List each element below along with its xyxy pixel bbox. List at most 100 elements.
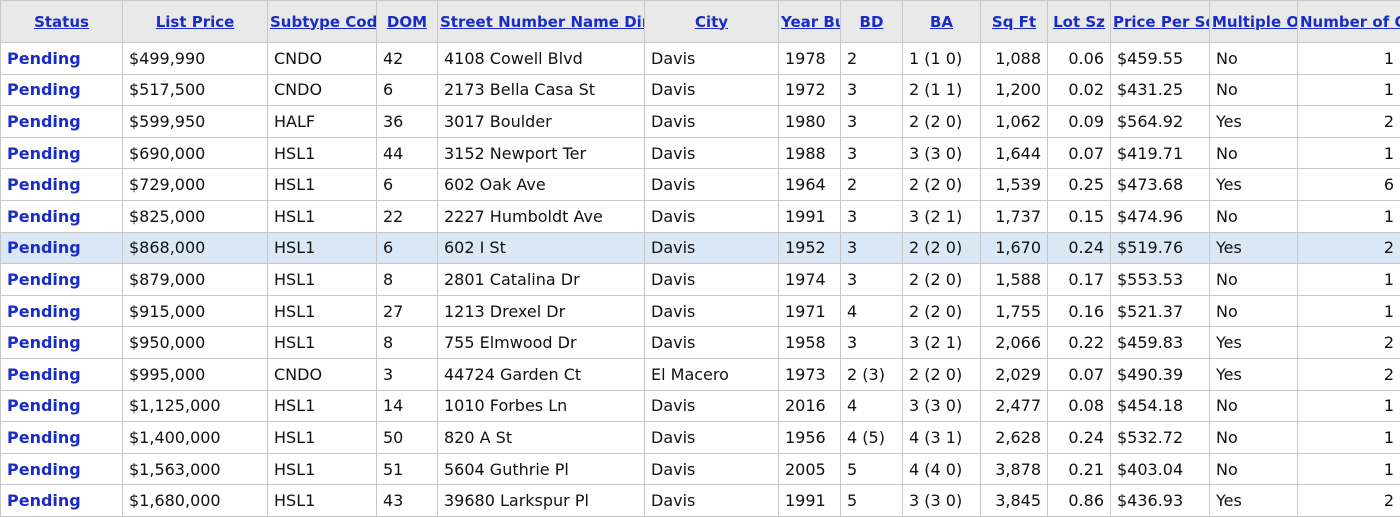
sort-link-multiple[interactable]: Multiple Offers xyxy=(1212,13,1297,31)
cell-ppsf: $521.37 xyxy=(1110,294,1210,328)
cell-list_price: $825,000 xyxy=(122,199,268,233)
table-row[interactable]: Pending $729,000 HSL1 6 602 Oak Ave Davis 1964… xyxy=(0,168,1400,201)
cell-ba: 3 (3 0) xyxy=(902,484,981,517)
table-row[interactable]: Pending $915,000 HSL1 27 1213 Drexel Dr Davis… xyxy=(0,294,1400,328)
table-row[interactable]: Pending $950,000 HSL1 8 755 Elmwood Dr Davis 1… xyxy=(0,326,1400,359)
cell-status[interactable]: Pending xyxy=(0,294,123,328)
cell-subtype: HSL1 xyxy=(267,199,377,233)
column-header-bd[interactable]: BD xyxy=(840,0,903,43)
cell-status[interactable]: Pending xyxy=(0,73,123,107)
table-row[interactable]: Pending $1,563,000 HSL1 51 5604 Guthrie Pl Da… xyxy=(0,452,1400,486)
cell-status[interactable]: Pending xyxy=(0,421,123,454)
cell-status[interactable]: Pending xyxy=(0,199,123,233)
cell-ppsf: $474.96 xyxy=(1110,199,1210,233)
cell-year_built: 1988 xyxy=(778,136,841,170)
cell-ba: 2 (2 0) xyxy=(902,105,981,138)
table-row[interactable]: Pending $825,000 HSL1 22 2227 Humboldt Ave Da… xyxy=(0,199,1400,233)
cell-subtype: HSL1 xyxy=(267,231,377,265)
cell-address: 2173 Bella Casa St xyxy=(437,73,645,107)
cell-bd: 2 xyxy=(840,42,903,75)
column-header-multiple[interactable]: Multiple Offers xyxy=(1209,0,1298,43)
cell-status[interactable]: Pending xyxy=(0,484,123,517)
cell-address: 755 Elmwood Dr xyxy=(437,326,645,359)
cell-bd: 3 xyxy=(840,199,903,233)
cell-bd: 5 xyxy=(840,452,903,486)
table-row[interactable]: Pending $868,000 HSL1 6 602 I St Davis 1952 3 2 … xyxy=(0,231,1400,265)
cell-status[interactable]: Pending xyxy=(0,263,123,296)
table-row[interactable]: Pending $599,950 HALF 36 3017 Boulder Davis 19… xyxy=(0,105,1400,138)
cell-sqft: 2,066 xyxy=(980,326,1048,359)
cell-ppsf: $473.68 xyxy=(1110,168,1210,201)
cell-ba: 2 (2 0) xyxy=(902,357,981,391)
sort-link-ba[interactable]: BA xyxy=(930,13,953,31)
column-header-list_price[interactable]: List Price xyxy=(122,0,268,43)
cell-status[interactable]: Pending xyxy=(0,357,123,391)
cell-offers: 1 xyxy=(1297,199,1400,233)
table-row[interactable]: Pending $1,680,000 HSL1 43 39680 Larkspur Pl… xyxy=(0,484,1400,517)
sort-link-list_price[interactable]: List Price xyxy=(156,13,235,31)
cell-list_price: $517,500 xyxy=(122,73,268,107)
column-header-ba[interactable]: BA xyxy=(902,0,981,43)
cell-status[interactable]: Pending xyxy=(0,42,123,75)
table-row[interactable]: Pending $995,000 CNDO 3 44724 Garden Ct El Ma… xyxy=(0,357,1400,391)
cell-status[interactable]: Pending xyxy=(0,452,123,486)
column-header-ppsf[interactable]: Price Per Sq Ft xyxy=(1110,0,1210,43)
cell-year_built: 1958 xyxy=(778,326,841,359)
table-row[interactable]: Pending $499,990 CNDO 42 4108 Cowell Blvd Dav… xyxy=(0,42,1400,75)
cell-dom: 6 xyxy=(376,231,438,265)
sort-link-offers[interactable]: Number of Offers xyxy=(1300,13,1400,31)
table-row[interactable]: Pending $690,000 HSL1 44 3152 Newport Ter Dav… xyxy=(0,136,1400,170)
sort-link-dom[interactable]: DOM xyxy=(387,13,427,31)
table-row[interactable]: Pending $1,400,000 HSL1 50 820 A St Davis 1956… xyxy=(0,421,1400,454)
column-header-lot[interactable]: Lot Sz xyxy=(1047,0,1111,43)
cell-city: Davis xyxy=(644,389,779,423)
column-header-dom[interactable]: DOM xyxy=(376,0,438,43)
table-row[interactable]: Pending $517,500 CNDO 6 2173 Bella Casa St Da… xyxy=(0,73,1400,107)
sort-link-lot[interactable]: Lot Sz xyxy=(1053,13,1105,31)
cell-lot: 0.24 xyxy=(1047,421,1111,454)
column-header-city[interactable]: City xyxy=(644,0,779,43)
sort-link-ppsf[interactable]: Price Per Sq Ft xyxy=(1113,13,1209,31)
cell-status[interactable]: Pending xyxy=(0,168,123,201)
column-header-address[interactable]: Street Number Name Direction xyxy=(437,0,645,43)
cell-status[interactable]: Pending xyxy=(0,231,123,265)
column-header-status[interactable]: Status xyxy=(0,0,123,43)
sort-link-status[interactable]: Status xyxy=(34,13,89,31)
column-header-offers[interactable]: Number of Offers xyxy=(1297,0,1400,43)
cell-lot: 0.07 xyxy=(1047,136,1111,170)
cell-lot: 0.02 xyxy=(1047,73,1111,107)
cell-multiple: Yes xyxy=(1209,326,1298,359)
cell-offers: 2 xyxy=(1297,326,1400,359)
cell-status[interactable]: Pending xyxy=(0,389,123,423)
cell-bd: 4 xyxy=(840,389,903,423)
cell-ppsf: $431.25 xyxy=(1110,73,1210,107)
column-header-subtype[interactable]: Subtype Code xyxy=(267,0,377,43)
cell-dom: 14 xyxy=(376,389,438,423)
column-header-sqft[interactable]: Sq Ft xyxy=(980,0,1048,43)
cell-offers: 2 xyxy=(1297,105,1400,138)
cell-year_built: 1980 xyxy=(778,105,841,138)
sort-link-address[interactable]: Street Number Name Direction xyxy=(440,13,644,31)
table-row[interactable]: Pending $879,000 HSL1 8 2801 Catalina Dr Davi… xyxy=(0,263,1400,296)
cell-address: 1010 Forbes Ln xyxy=(437,389,645,423)
column-header-year_built[interactable]: Year Built xyxy=(778,0,841,43)
sort-link-subtype[interactable]: Subtype Code xyxy=(270,13,376,31)
cell-bd: 4 (5) xyxy=(840,421,903,454)
sort-link-city[interactable]: City xyxy=(695,13,728,31)
cell-ba: 2 (2 0) xyxy=(902,168,981,201)
cell-multiple: No xyxy=(1209,421,1298,454)
sort-link-sqft[interactable]: Sq Ft xyxy=(992,13,1036,31)
cell-list_price: $599,950 xyxy=(122,105,268,138)
cell-ppsf: $436.93 xyxy=(1110,484,1210,517)
sort-link-year_built[interactable]: Year Built xyxy=(781,13,840,31)
cell-address: 44724 Garden Ct xyxy=(437,357,645,391)
cell-status[interactable]: Pending xyxy=(0,326,123,359)
cell-multiple: No xyxy=(1209,389,1298,423)
cell-subtype: HSL1 xyxy=(267,484,377,517)
table-row[interactable]: Pending $1,125,000 HSL1 14 1010 Forbes Ln Dav… xyxy=(0,389,1400,423)
cell-status[interactable]: Pending xyxy=(0,105,123,138)
cell-status[interactable]: Pending xyxy=(0,136,123,170)
sort-link-bd[interactable]: BD xyxy=(860,13,884,31)
cell-multiple: No xyxy=(1209,199,1298,233)
cell-dom: 8 xyxy=(376,263,438,296)
